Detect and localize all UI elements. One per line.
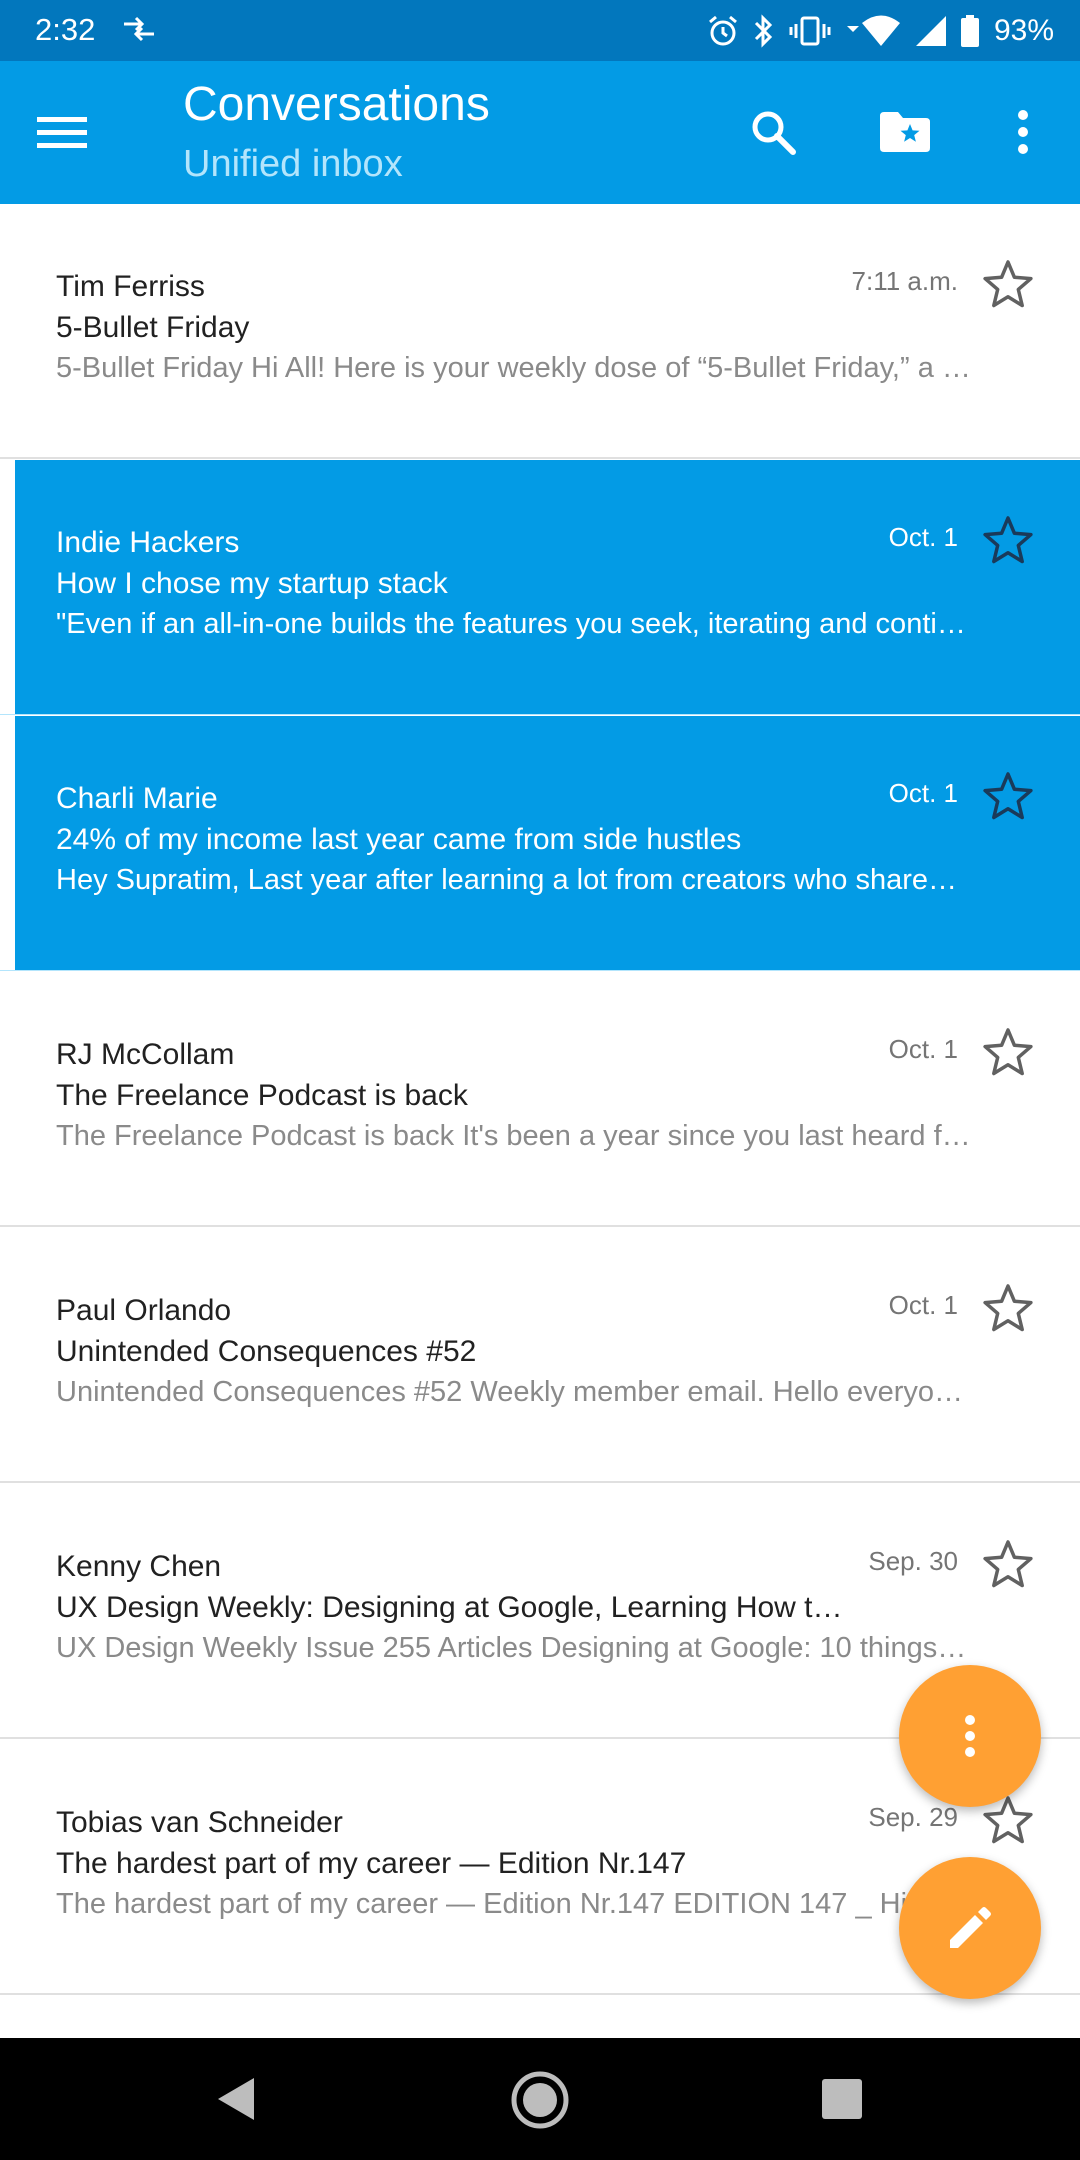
star-outline-icon [983, 1028, 1033, 1076]
page-subtitle: Unified inbox [183, 143, 403, 185]
message-date: Oct. 1 [888, 778, 958, 808]
more-vert-icon [965, 1715, 975, 1757]
signal-icon [915, 15, 946, 46]
message-date: Sep. 29 [868, 1802, 958, 1832]
subject-line: 24% of my income last year came from sid… [56, 823, 742, 856]
star-outline-icon [983, 516, 1033, 564]
system-nav-bar [0, 2038, 1080, 2160]
sender-name: Kenny Chen [56, 1550, 222, 1583]
star-button[interactable] [978, 1022, 1038, 1082]
star-button[interactable] [978, 510, 1038, 570]
selection-edge [0, 460, 15, 714]
overflow-menu-button[interactable] [1000, 99, 1046, 165]
message-preview: "Even if an all-in-one builds the featur… [56, 608, 966, 640]
message-date: Oct. 1 [888, 1290, 958, 1320]
pencil-icon [950, 1907, 991, 1948]
compose-fab[interactable] [899, 1857, 1041, 1999]
sender-name: Indie Hackers [56, 526, 240, 559]
conversation-row[interactable]: Tim Ferriss 5-Bullet Friday 5-Bullet Fri… [0, 204, 1080, 459]
recents-icon[interactable] [820, 2077, 864, 2121]
selection-edge [0, 716, 15, 970]
star-outline-icon [983, 1540, 1033, 1588]
subject-line: How I chose my startup stack [56, 567, 448, 600]
subject-line: 5-Bullet Friday [56, 311, 250, 344]
sender-name: Charli Marie [56, 782, 218, 815]
star-button[interactable] [978, 254, 1038, 314]
star-button[interactable] [978, 766, 1038, 826]
star-button[interactable] [978, 1534, 1038, 1594]
status-icons: 93% [706, 8, 1054, 53]
message-preview: The Freelance Podcast is back It's been … [56, 1120, 971, 1152]
starred-folder-button[interactable] [872, 99, 938, 165]
sender-name: Paul Orlando [56, 1294, 232, 1327]
battery-icon [960, 14, 979, 47]
star-button[interactable] [978, 1278, 1038, 1338]
wifi-icon [846, 15, 900, 46]
sender-name: Tim Ferriss [56, 270, 205, 303]
subject-line: UX Design Weekly: Designing at Google, L… [56, 1591, 843, 1624]
search-button[interactable] [740, 99, 806, 165]
app-bar: Conversations Unified inbox [0, 61, 1080, 204]
message-preview: Hey Supratim, Last year after learning a… [56, 864, 957, 896]
conversation-row[interactable]: Indie Hackers How I chose my startup sta… [0, 460, 1080, 715]
starred-folder-icon [880, 112, 930, 152]
conversation-row[interactable]: Paul Orlando Unintended Consequences #52… [0, 1228, 1080, 1483]
more-actions-fab[interactable] [899, 1665, 1041, 1807]
conversation-row[interactable]: Charli Marie 24% of my income last year … [0, 716, 1080, 971]
page-title: Conversations [183, 78, 490, 131]
star-outline-icon [983, 260, 1033, 308]
message-preview: Unintended Consequences #52 Weekly membe… [56, 1376, 963, 1408]
message-date: Sep. 30 [868, 1546, 958, 1576]
subject-line: The Freelance Podcast is back [56, 1079, 468, 1112]
sender-name: RJ McCollam [56, 1038, 235, 1071]
menu-button[interactable] [30, 101, 94, 165]
back-icon[interactable] [210, 2072, 264, 2126]
message-preview: UX Design Weekly Issue 255 Articles Desi… [56, 1632, 967, 1664]
star-outline-icon [983, 1284, 1033, 1332]
message-preview: 5-Bullet Friday Hi All! Here is your wee… [56, 352, 976, 384]
data-transfer-icon [124, 16, 154, 42]
bluetooth-icon [754, 13, 773, 48]
message-date: 7:11 a.m. [851, 266, 958, 296]
status-time: 2:32 [35, 12, 96, 47]
home-icon[interactable] [510, 2070, 570, 2130]
sender-name: Tobias van Schneider [56, 1806, 343, 1839]
vibrate-icon [789, 16, 831, 45]
message-preview: The hardest part of my career — Edition … [56, 1888, 908, 1920]
subject-line: Unintended Consequences #52 [56, 1335, 477, 1368]
search-icon [752, 111, 796, 155]
battery-percent: 93% [993, 13, 1054, 47]
menu-icon [37, 117, 87, 148]
message-date: Oct. 1 [888, 522, 958, 552]
alarm-icon [708, 15, 737, 45]
status-bar: 2:32 93% [0, 0, 1080, 61]
star-outline-icon [983, 772, 1033, 820]
more-vert-icon [1018, 110, 1028, 154]
subject-line: The hardest part of my career — Edition … [56, 1847, 687, 1880]
conversation-row[interactable]: RJ McCollam The Freelance Podcast is bac… [0, 972, 1080, 1227]
message-date: Oct. 1 [888, 1034, 958, 1064]
